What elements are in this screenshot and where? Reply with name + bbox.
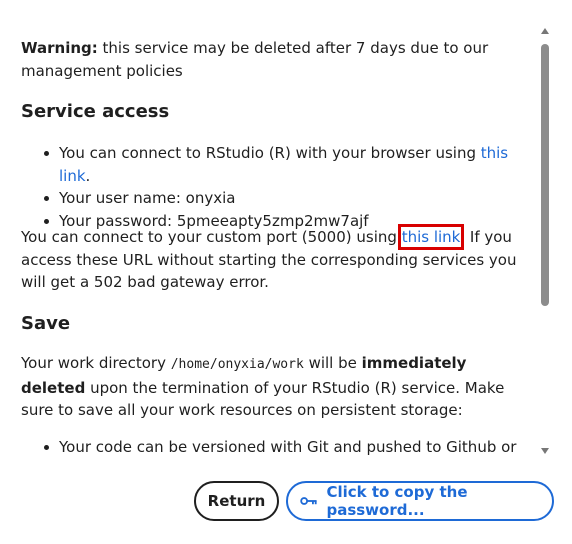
return-button-label: Return	[207, 492, 266, 510]
save-text-2: will be	[303, 354, 362, 372]
save-heading: Save	[21, 313, 71, 334]
chevron-down-icon[interactable]	[541, 448, 549, 454]
dialog-content-scroll-area[interactable]: Warning: this service may be deleted aft…	[0, 0, 540, 456]
copy-password-label: Click to copy the password...	[326, 483, 468, 519]
list-item: You can connect to RStudio (R) with your…	[21, 142, 533, 187]
custom-port-paragraph: You can connect to your custom port (500…	[21, 224, 533, 294]
save-text-1: Your work directory	[21, 354, 171, 372]
custom-port-link[interactable]: this link	[397, 224, 465, 250]
list-item: Your user name: onyxia	[21, 187, 533, 210]
copy-password-button[interactable]: Click to copy the password...	[286, 481, 554, 521]
return-button[interactable]: Return	[194, 481, 279, 521]
save-tips-list: Your code can be versioned with Git and …	[21, 436, 533, 456]
save-paragraph: Your work directory /home/onyxia/work wi…	[21, 352, 533, 422]
service-access-list: You can connect to RStudio (R) with your…	[21, 142, 533, 232]
chevron-up-icon[interactable]	[541, 28, 549, 34]
git-tip-text: Your code can be versioned with Git and …	[59, 438, 517, 456]
rstudio-connect-text: You can connect to RStudio (R) with your…	[59, 144, 481, 162]
scrollbar-thumb[interactable]	[541, 44, 549, 306]
list-item-suffix: .	[85, 166, 91, 185]
dialog-content: Warning: this service may be deleted aft…	[21, 37, 533, 456]
warning-label: Warning:	[21, 39, 98, 57]
save-text-3: upon the termination of your RStudio (R)…	[21, 378, 505, 420]
vertical-scrollbar[interactable]	[540, 28, 552, 454]
custom-port-text: You can connect to your custom port (500…	[21, 228, 402, 246]
list-item: Your code can be versioned with Git and …	[21, 436, 533, 456]
key-icon	[300, 497, 317, 505]
service-access-heading: Service access	[21, 101, 170, 122]
work-directory-path: /home/onyxia/work	[170, 357, 304, 372]
user-name-text: Your user name: onyxia	[59, 189, 236, 207]
warning-message: Warning: this service may be deleted aft…	[21, 37, 533, 82]
